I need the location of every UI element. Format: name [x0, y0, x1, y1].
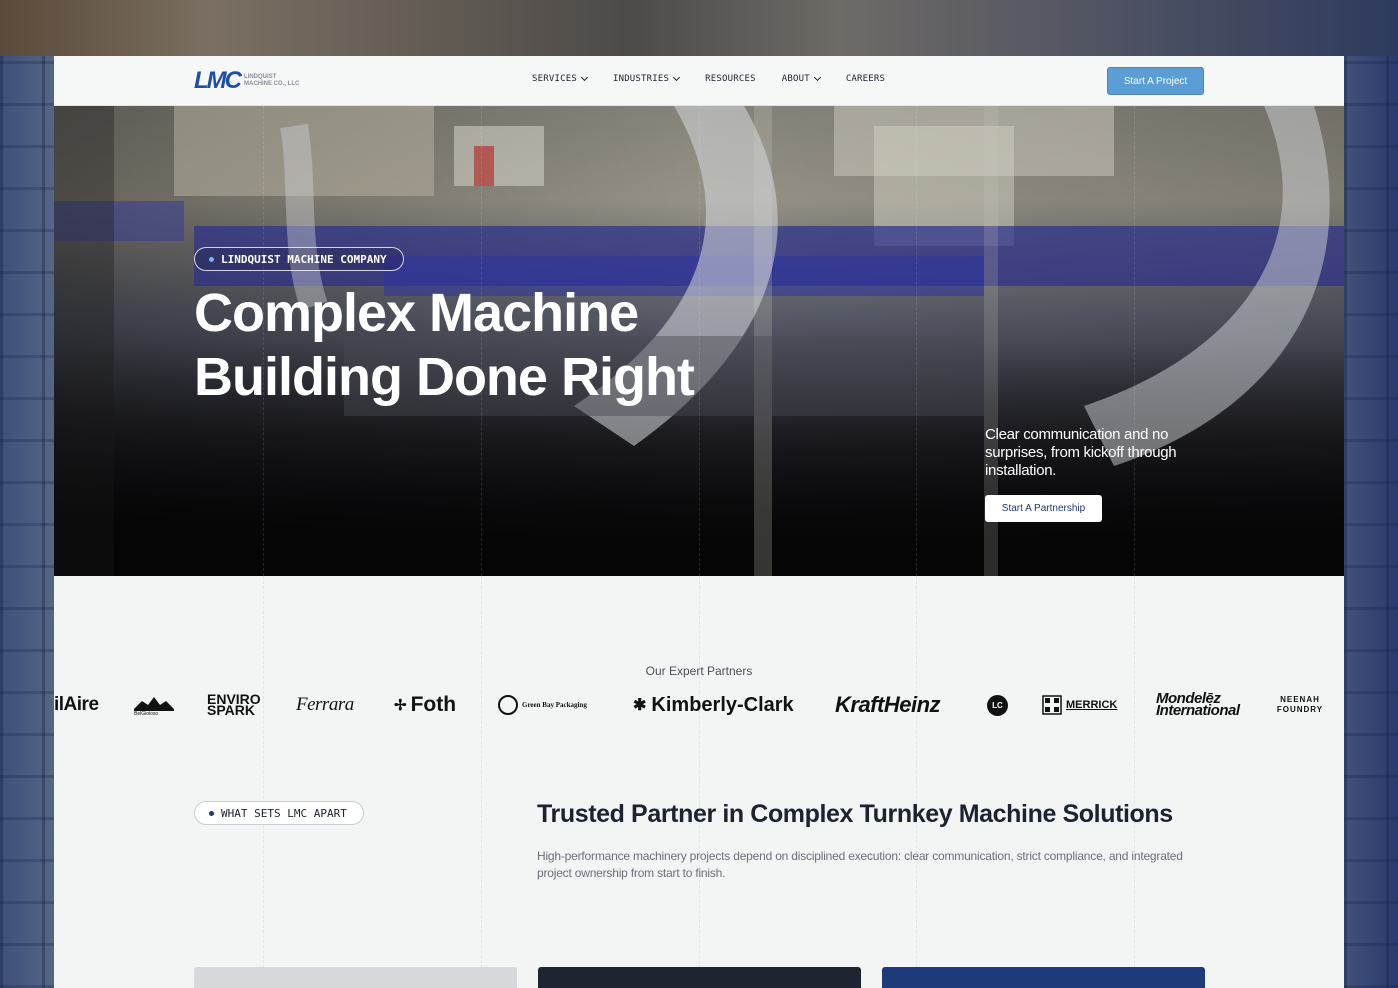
partner-logo: Ferrara	[296, 694, 354, 715]
hero-title-line-2: Building Done Right	[194, 347, 695, 407]
apart-tag-label: WHAT SETS LMC APART	[221, 806, 347, 820]
nav-about-label: ABOUT	[781, 74, 810, 84]
main-nav: SERVICES INDUSTRIES RESOURCES ABOUT CARE…	[532, 73, 885, 84]
foth-star-icon: ✢	[394, 697, 407, 714]
nav-resources-label: RESOURCES	[705, 74, 756, 84]
partner-logo-label: BelGioioso	[134, 711, 159, 717]
partner-logo-label: MERRICK	[1066, 699, 1118, 711]
site-logo[interactable]: LMC LINDQUIST MACHINE CO., LLC	[194, 69, 299, 93]
feature-card-3[interactable]	[882, 967, 1205, 988]
partner-logo: Green Bay Packaging	[498, 688, 587, 722]
partner-logo-strip: ilAire BelGioioso ENVIRO SPARK Ferrara ✢…	[54, 688, 1344, 722]
grid-line	[481, 576, 482, 988]
partner-logo-label: Foth	[410, 693, 457, 716]
chevron-down-icon	[673, 73, 681, 82]
partner-logo: BelGioioso	[132, 688, 176, 722]
chevron-down-icon	[813, 73, 821, 82]
partner-logo-label: LC	[987, 694, 1008, 716]
partner-logo: LC	[987, 688, 1008, 722]
partner-logo: ilAire	[54, 694, 99, 715]
nav-services-label: SERVICES	[532, 74, 577, 84]
hero-eyebrow-tag: LINDQUIST MACHINE COMPANY	[194, 247, 404, 271]
partner-logo: Mondelēz International	[1156, 690, 1240, 719]
partner-logo-label: Kimberly-Clark	[651, 693, 794, 716]
logo-line-2: MACHINE CO., LLC	[243, 81, 300, 87]
partner-logo: MERRICK	[1042, 688, 1117, 722]
nav-resources[interactable]: RESOURCES	[705, 74, 756, 84]
logo-mark: LMC	[194, 67, 242, 94]
grid-line	[916, 106, 917, 576]
apart-description: High-performance machinery projects depe…	[537, 849, 1183, 880]
hero-tag-label: LINDQUIST MACHINE COMPANY	[221, 252, 387, 266]
nav-services[interactable]: SERVICES	[532, 73, 588, 84]
nav-careers-label: CAREERS	[845, 74, 886, 84]
nav-about[interactable]: ABOUT	[781, 73, 821, 84]
tag-dot-icon	[209, 256, 214, 262]
hero-title-line-1: Complex Machine	[194, 283, 639, 343]
partner-logo-label: Green Bay Packaging	[522, 701, 587, 709]
apart-title: Trusted Partner in Complex Turnkey Machi…	[537, 800, 1173, 828]
nav-careers[interactable]: CAREERS	[846, 74, 885, 84]
browser-viewport: LMC LINDQUIST MACHINE CO., LLC SERVICES …	[54, 56, 1344, 988]
site-header: LMC LINDQUIST MACHINE CO., LLC SERVICES …	[54, 56, 1344, 106]
hero-section: LINDQUIST MACHINE COMPANY Complex Machin…	[54, 106, 1344, 576]
grid-line	[263, 576, 264, 988]
background-photo	[0, 0, 1398, 56]
logo-wordmark: LINDQUIST MACHINE CO., LLC	[244, 74, 299, 88]
partner-logo: NEENAH FOUNDRY	[1276, 695, 1324, 714]
grid-line	[1134, 106, 1135, 576]
grid-line	[1134, 576, 1135, 988]
start-partnership-button[interactable]: Start A Partnership	[985, 495, 1102, 522]
partners-heading: Our Expert Partners	[645, 664, 753, 678]
kimberly-clark-star-icon: ✱	[633, 697, 647, 714]
chevron-down-icon	[580, 73, 588, 82]
partner-logo: ENVIRO SPARK	[207, 691, 261, 718]
feature-card-2[interactable]	[538, 967, 861, 988]
tag-dot-icon	[209, 810, 214, 816]
logo-line-1: LINDQUIST	[243, 74, 277, 80]
hero-title: Complex Machine Building Done Right	[194, 281, 714, 409]
partner-logo: ✢ Foth	[394, 688, 456, 722]
feature-card-1[interactable]	[194, 967, 517, 988]
nav-industries-label: INDUSTRIES	[612, 74, 670, 84]
apart-eyebrow-tag: WHAT SETS LMC APART	[194, 801, 364, 825]
partner-logo: KraftHeinz	[835, 692, 941, 717]
grid-line	[699, 576, 700, 988]
partner-logo: ✱ Kimberly-Clark	[633, 688, 794, 722]
merrick-grid-icon	[1042, 695, 1062, 715]
green-bay-seal-icon	[498, 695, 518, 715]
start-project-button[interactable]: Start A Project	[1107, 67, 1204, 95]
nav-industries[interactable]: INDUSTRIES	[612, 73, 681, 84]
hero-description: Clear communication and no surprises, fr…	[985, 426, 1177, 479]
grid-line	[916, 576, 917, 988]
